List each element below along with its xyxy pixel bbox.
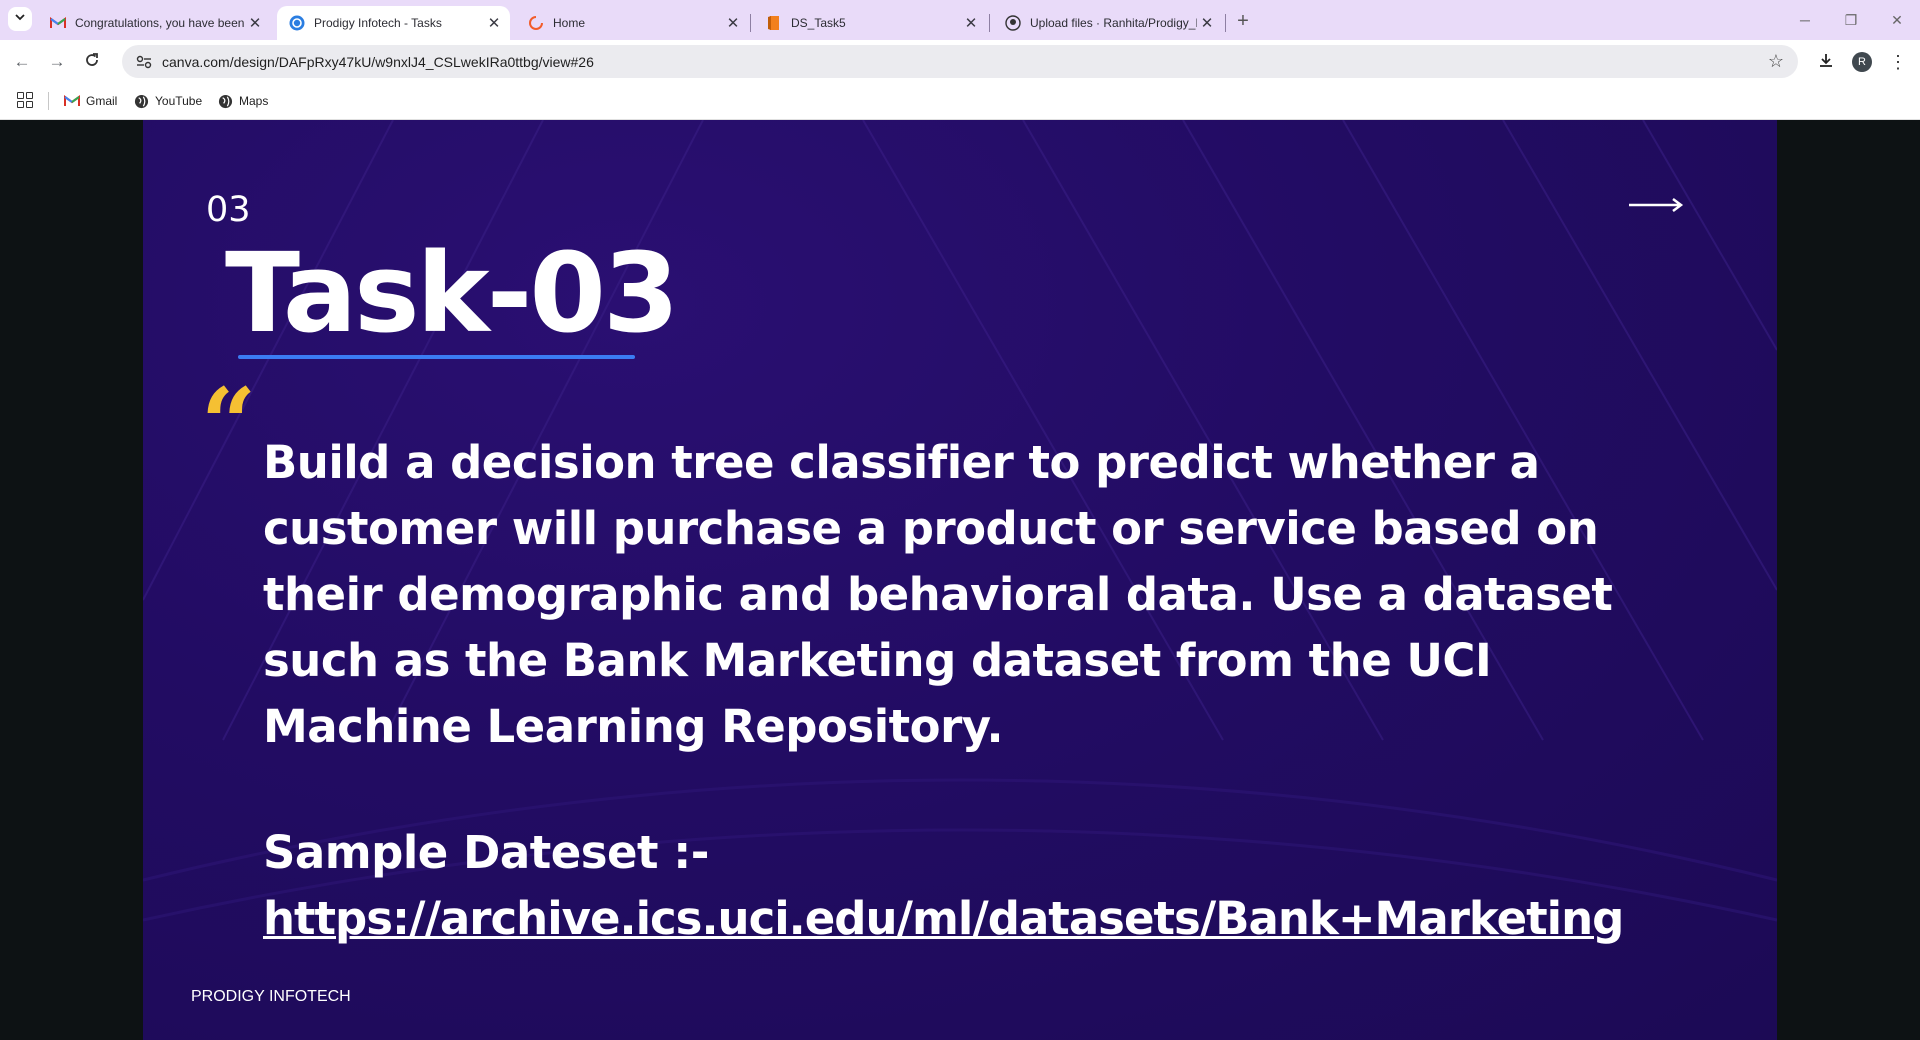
- tab-title: Congratulations, you have been: [75, 16, 245, 30]
- gmail-icon: [50, 15, 66, 31]
- close-icon: ✕: [1891, 11, 1903, 28]
- reload-icon: [84, 52, 100, 73]
- bookmark-youtube[interactable]: YouTube: [133, 90, 202, 112]
- github-icon: [1005, 15, 1021, 31]
- close-window-button[interactable]: ✕: [1874, 0, 1920, 40]
- downloads-button[interactable]: [1812, 48, 1840, 76]
- quote-icon: “: [201, 367, 257, 480]
- bookmark-label: Gmail: [86, 94, 118, 108]
- tab-search-button[interactable]: [8, 7, 32, 31]
- presentation-viewer: 03 Task-03 “ Build a decision tree class…: [0, 120, 1920, 1040]
- slide-title: Task-03: [225, 229, 679, 357]
- bookmark-maps[interactable]: Maps: [217, 90, 268, 112]
- footer-brand: PRODIGY INFOTECH: [191, 988, 351, 1005]
- bookmark-star-icon[interactable]: ☆: [1766, 51, 1786, 71]
- tab-ds-task5[interactable]: DS_Task5 ✕: [754, 6, 987, 40]
- close-icon[interactable]: ✕: [1197, 13, 1217, 33]
- bookmark-label: YouTube: [155, 94, 203, 108]
- bookmark-gmail[interactable]: Gmail: [64, 90, 117, 112]
- forward-button[interactable]: →: [43, 48, 71, 76]
- url-text: canva.com/design/DAFpRxy47kU/w9nxlJ4_CSL…: [162, 53, 594, 70]
- sample-dataset-link[interactable]: https://archive.ics.uci.edu/ml/datasets/…: [263, 886, 1624, 952]
- reload-button[interactable]: [78, 48, 106, 76]
- slide-number: 03: [206, 190, 251, 230]
- tab-title: DS_Task5: [791, 16, 846, 30]
- tab-separator: [1225, 14, 1226, 32]
- menu-button[interactable]: ⋮: [1884, 48, 1912, 76]
- bookmarks-bar: Gmail YouTube Maps: [0, 81, 1920, 120]
- minimize-icon: ─: [1800, 12, 1810, 28]
- site-info-icon[interactable]: [134, 52, 154, 72]
- tab-strip: Congratulations, you have been ✕ Prodigy…: [0, 0, 1920, 40]
- slide: 03 Task-03 “ Build a decision tree class…: [143, 120, 1777, 1040]
- next-arrow-icon[interactable]: [1629, 198, 1685, 212]
- title-underline: [238, 355, 635, 359]
- bookmark-separator: [48, 92, 49, 110]
- tab-title: Prodigy Infotech - Tasks: [314, 16, 442, 30]
- chevron-down-icon: [14, 10, 26, 28]
- close-icon[interactable]: ✕: [723, 13, 743, 33]
- tab-prodigy-tasks[interactable]: Prodigy Infotech - Tasks ✕: [277, 6, 510, 40]
- minimize-button[interactable]: ─: [1782, 0, 1828, 40]
- close-icon[interactable]: ✕: [484, 13, 504, 33]
- profile-button[interactable]: R: [1848, 48, 1876, 76]
- canva-icon: [289, 15, 305, 31]
- arrow-left-icon: ←: [13, 52, 31, 71]
- plus-icon: +: [1237, 9, 1249, 32]
- notebook-icon: [766, 15, 782, 31]
- tab-title: Home: [553, 16, 586, 30]
- loading-icon: [528, 15, 544, 31]
- arrow-right-icon: →: [48, 52, 66, 71]
- apps-grid-icon[interactable]: [17, 92, 33, 108]
- tab-title: Upload files · Ranhita/Prodigy_I: [1030, 16, 1197, 30]
- browser-toolbar: ← → canva.com/design/DAFpRxy47kU/w9nxlJ4…: [0, 40, 1920, 81]
- restore-icon: ❐: [1844, 11, 1858, 28]
- restore-button[interactable]: ❐: [1828, 0, 1874, 40]
- task-description: Build a decision tree classifier to pred…: [263, 436, 1613, 753]
- tab-home[interactable]: Home ✕: [516, 6, 749, 40]
- download-icon: [1818, 52, 1834, 73]
- gmail-icon: [64, 93, 80, 109]
- tab-github-upload[interactable]: Upload files · Ranhita/Prodigy_I ✕: [993, 6, 1223, 40]
- globe-icon: [217, 93, 233, 109]
- new-tab-button[interactable]: +: [1231, 9, 1255, 33]
- more-vert-icon: ⋮: [1889, 51, 1907, 72]
- close-icon[interactable]: ✕: [245, 13, 265, 33]
- address-bar[interactable]: canva.com/design/DAFpRxy47kU/w9nxlJ4_CSL…: [122, 45, 1798, 78]
- close-icon[interactable]: ✕: [961, 13, 981, 33]
- back-button[interactable]: ←: [8, 48, 36, 76]
- tab-gmail[interactable]: Congratulations, you have been ✕: [38, 6, 271, 40]
- globe-icon: [133, 93, 149, 109]
- avatar: R: [1852, 52, 1872, 72]
- tab-separator: [989, 14, 990, 32]
- tab-separator: [750, 14, 751, 32]
- bookmark-label: Maps: [239, 94, 269, 108]
- sample-dataset-label: Sample Dateset :-: [263, 826, 709, 879]
